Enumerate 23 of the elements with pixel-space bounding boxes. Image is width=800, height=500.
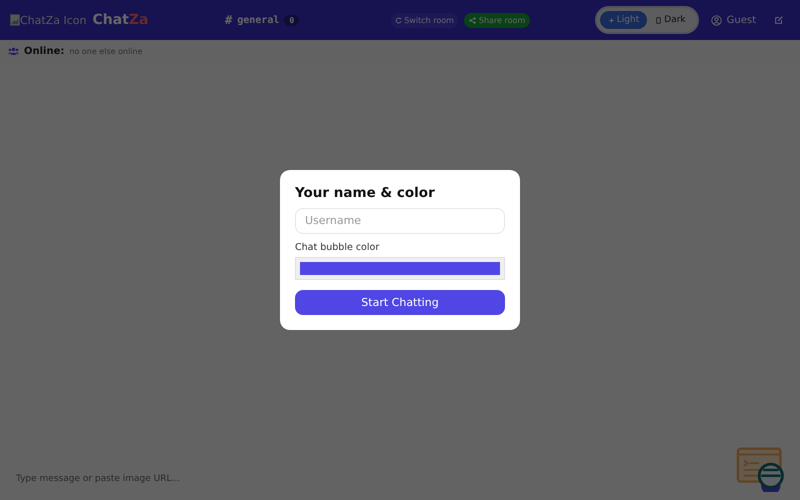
- hash-text: #: [225, 13, 232, 27]
- color-label: Chat bubble color: [295, 242, 380, 253]
- broken-image-icon: [10, 14, 20, 26]
- dialog-title: Your name & color: [295, 185, 436, 201]
- room-name: general: [237, 14, 280, 26]
- brand-name: ChatZa: [92, 12, 148, 28]
- online-label: Online:: [24, 46, 64, 56]
- share-room-button[interactable]: Share room: [464, 12, 530, 28]
- message-input[interactable]: Type message or paste image URL...: [14, 473, 318, 485]
- theme-option[interactable]: Dark: [647, 11, 694, 29]
- logo-text: ChatZa Icon: [20, 14, 86, 26]
- share-icon: [468, 16, 476, 24]
- user-button[interactable]: Guest: [706, 10, 760, 30]
- theme-option[interactable]: Light: [600, 11, 648, 29]
- edit-icon: [774, 15, 784, 25]
- color-picker[interactable]: [295, 256, 505, 280]
- start-chatting-button[interactable]: Start Chatting: [295, 290, 505, 315]
- switch-room-button[interactable]: Switch room: [391, 12, 458, 28]
- user-icon: [710, 14, 722, 26]
- refresh-icon: [395, 16, 402, 24]
- users-icon: [8, 46, 19, 56]
- member-count: 0: [284, 14, 300, 26]
- username-field[interactable]: Username: [295, 208, 505, 234]
